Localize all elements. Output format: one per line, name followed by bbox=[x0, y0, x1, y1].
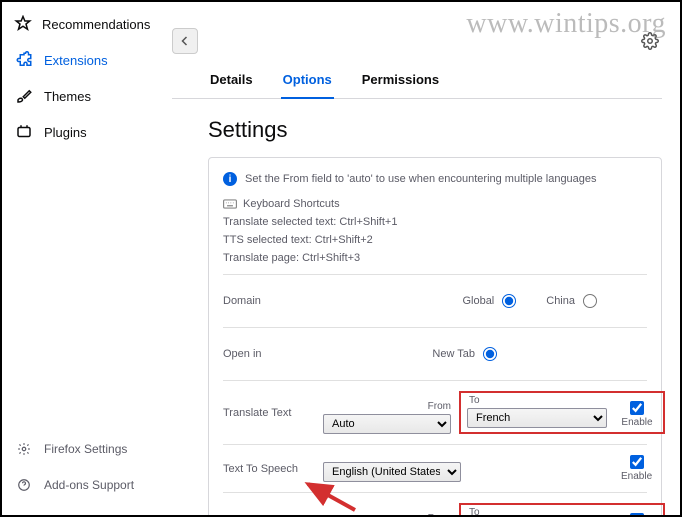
sidebar-item-plugins[interactable]: Plugins bbox=[2, 114, 162, 150]
kb-shortcut-tts: TTS selected text: Ctrl+Shift+2 bbox=[223, 234, 647, 246]
brush-icon bbox=[14, 86, 34, 106]
to-label: To bbox=[467, 507, 607, 515]
sidebar-item-firefox-settings[interactable]: Firefox Settings bbox=[2, 431, 162, 467]
domain-china-radio[interactable]: China bbox=[546, 294, 597, 308]
openin-newtab-radio[interactable]: New Tab bbox=[432, 347, 497, 361]
translate-text-to-select[interactable]: French bbox=[467, 408, 607, 428]
content-area: Find more add-ons Details Options Permis… bbox=[162, 2, 680, 515]
kb-shortcut-translate-text: Translate selected text: Ctrl+Shift+1 bbox=[223, 216, 647, 228]
from-label: From bbox=[323, 401, 451, 412]
keyboard-icon bbox=[223, 199, 237, 209]
sidebar-item-label: Recommendations bbox=[42, 17, 150, 32]
help-icon bbox=[14, 475, 34, 495]
settings-body: i Set the From field to 'auto' to use wh… bbox=[208, 157, 662, 515]
sidebar-item-addons-support[interactable]: Add-ons Support bbox=[2, 467, 162, 503]
sidebar-item-extensions[interactable]: Extensions bbox=[2, 42, 162, 78]
translate-page-enable-checkbox[interactable] bbox=[630, 513, 644, 515]
plugin-icon bbox=[14, 122, 34, 142]
sidebar-item-themes[interactable]: Themes bbox=[2, 78, 162, 114]
back-button[interactable] bbox=[172, 28, 198, 54]
star-icon bbox=[14, 14, 32, 34]
enable-label: Enable bbox=[621, 417, 652, 428]
translate-text-label: Translate Text bbox=[223, 407, 323, 419]
domain-global-radio[interactable]: Global bbox=[462, 294, 516, 308]
tab-permissions[interactable]: Permissions bbox=[360, 62, 441, 98]
puzzle-icon bbox=[14, 50, 34, 70]
gear-icon bbox=[14, 439, 34, 459]
domain-label: Domain bbox=[223, 295, 323, 307]
settings-gear-button[interactable] bbox=[638, 29, 662, 53]
highlight-box: To French Enable bbox=[459, 391, 665, 434]
enable-label: Enable bbox=[621, 471, 652, 482]
sidebar-item-label: Add-ons Support bbox=[44, 478, 134, 492]
sidebar-item-label: Themes bbox=[44, 89, 91, 104]
sidebar-item-label: Plugins bbox=[44, 125, 87, 140]
sidebar-item-label: Extensions bbox=[44, 53, 108, 68]
to-label: To bbox=[467, 395, 607, 406]
sidebar-item-label: Firefox Settings bbox=[44, 442, 127, 456]
page-title: Settings bbox=[208, 117, 662, 143]
tts-language-select[interactable]: English (United States) bbox=[323, 462, 461, 482]
info-text: Set the From field to 'auto' to use when… bbox=[245, 173, 597, 185]
keyboard-shortcuts-title: Keyboard Shortcuts bbox=[243, 198, 340, 210]
translate-text-from-select[interactable]: Auto bbox=[323, 414, 451, 434]
tts-enable-checkbox[interactable] bbox=[630, 455, 644, 469]
sidebar-item-recommendations[interactable]: Recommendations bbox=[2, 6, 162, 42]
openin-label: Open in bbox=[223, 348, 323, 360]
from-label: From bbox=[323, 513, 451, 515]
sidebar: Recommendations Extensions Themes Plugin… bbox=[2, 2, 162, 515]
tab-options[interactable]: Options bbox=[281, 62, 334, 99]
tab-bar: Details Options Permissions bbox=[172, 62, 662, 99]
kb-shortcut-translate-page: Translate page: Ctrl+Shift+3 bbox=[223, 252, 647, 264]
highlight-box: To French Enable bbox=[459, 503, 665, 515]
info-icon: i bbox=[223, 172, 237, 186]
translate-text-enable-checkbox[interactable] bbox=[630, 401, 644, 415]
tab-details[interactable]: Details bbox=[208, 62, 255, 98]
tts-row-label: Text To Speech bbox=[223, 463, 323, 475]
